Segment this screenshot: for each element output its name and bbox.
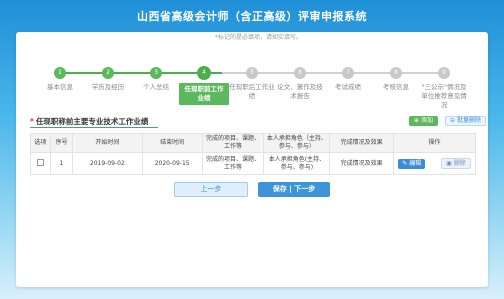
add-button[interactable]: ⊕ 添加 xyxy=(409,116,438,126)
step-label: 任现职前工作业绩 xyxy=(179,83,229,105)
step-label: 论文、著作及技术报告 xyxy=(277,83,323,100)
step-number: 7 xyxy=(342,67,354,79)
table-row: 1 2019-09-02 2020-09-15 完成的项目、课题、工作等 本人承… xyxy=(30,152,476,175)
step-label: 考核信息 xyxy=(383,83,409,91)
step-label: 任现职后工作业绩 xyxy=(229,83,275,100)
col-header-actions: 操作 xyxy=(393,133,476,153)
achievements-table: 选项 序号 开始时间 结束时间 完成的项目、课题、工作等 本人承担角色（主持、参… xyxy=(30,133,476,175)
step-number: 6 xyxy=(294,67,306,79)
step-basic-info[interactable]: 1 基本信息 xyxy=(35,67,85,92)
col-header-project: 完成的项目、课题、工作等 xyxy=(201,133,265,153)
col-header-select: 选项 xyxy=(30,133,51,153)
step-number: 9 xyxy=(438,67,450,79)
col-header-index: 序号 xyxy=(49,133,73,153)
step-label: 个人总结 xyxy=(143,83,169,91)
batch-delete-label: 批量删除 xyxy=(456,117,481,124)
row-project: 完成的项目、课题、工作等 xyxy=(201,152,265,175)
app-title: 山西省高级会计师（含正高级）评审申报系统 xyxy=(137,10,367,23)
row-role: 本人承担角色(主持、参与、参与) xyxy=(263,152,331,175)
row-checkbox[interactable] xyxy=(36,158,44,166)
add-label: 添加 xyxy=(420,117,433,124)
step-label: 考试成绩 xyxy=(335,83,361,91)
step-number: 3 xyxy=(150,67,162,79)
section-title: * 任现职称前主要专业技术工作业绩 xyxy=(30,116,148,127)
delete-button[interactable]: ▣ 删除 xyxy=(441,158,471,169)
step-papers[interactable]: 6 论文、著作及技术报告 xyxy=(275,67,325,101)
edit-button[interactable]: ✎ 编辑 xyxy=(398,159,426,169)
table-header-row: 选项 序号 开始时间 结束时间 完成的项目、课题、工作等 本人承担角色（主持、参… xyxy=(30,133,476,153)
batch-delete-button[interactable]: ⊖ 批量删除 xyxy=(445,116,486,126)
row-result: 完成情况及效果 xyxy=(329,152,395,175)
step-label: 基本信息 xyxy=(47,83,73,91)
row-index: 1 xyxy=(49,152,73,175)
step-number: 2 xyxy=(102,67,114,79)
col-header-result: 完成情况及效果 xyxy=(329,133,395,153)
step-label: "三公示"情况及单位推荐意见情况 xyxy=(421,83,467,109)
step-progress: 1 基本信息 2 学历及经历 3 个人总结 4 任现职前工作业绩 5 任现职后工… xyxy=(35,58,469,118)
edit-label: 编辑 xyxy=(409,160,422,167)
col-header-start: 开始时间 xyxy=(71,133,143,153)
delete-label: 删除 xyxy=(453,160,466,167)
row-actions: ✎ 编辑 ▣ 删除 xyxy=(393,152,476,175)
step-assessment[interactable]: 8 考核信息 xyxy=(371,67,421,92)
step-pre-achievements[interactable]: 4 任现职前工作业绩 xyxy=(179,66,229,105)
section-underline xyxy=(30,127,158,128)
col-header-role: 本人承担角色（主持、参与、参与） xyxy=(263,133,331,153)
plus-icon: ⊕ xyxy=(414,117,420,124)
step-education[interactable]: 2 学历及经历 xyxy=(83,67,133,92)
prev-step-button[interactable]: 上一步 xyxy=(174,182,248,197)
required-mark: * xyxy=(30,117,34,126)
row-select-cell xyxy=(30,152,51,175)
step-label: 学历及经历 xyxy=(91,83,125,91)
step-publicity[interactable]: 9 "三公示"情况及单位推荐意见情况 xyxy=(419,67,469,110)
step-summary[interactable]: 3 个人总结 xyxy=(131,67,181,92)
col-header-end: 结束时间 xyxy=(141,133,203,153)
edit-icon: ✎ xyxy=(402,160,408,167)
trash-icon: ▣ xyxy=(446,160,452,167)
save-next-button[interactable]: 保存 | 下一步 xyxy=(258,182,330,197)
step-number: 1 xyxy=(54,67,66,79)
step-post-achievements[interactable]: 5 任现职后工作业绩 xyxy=(227,67,277,101)
main-card: *标记的是必填项，请如实填写。 1 基本信息 2 学历及经历 3 个人总结 4 … xyxy=(16,32,488,287)
row-end-date: 2020-09-15 xyxy=(141,152,203,175)
step-number: 4 xyxy=(197,66,211,80)
step-number: 5 xyxy=(246,67,258,79)
minus-icon: ⊖ xyxy=(450,117,456,124)
step-exam-scores[interactable]: 7 考试成绩 xyxy=(323,67,373,92)
section-title-text: 任现职称前主要专业技术工作业绩 xyxy=(35,117,149,126)
required-hint: *标记的是必填项，请如实填写。 xyxy=(215,34,303,41)
row-start-date: 2019-09-02 xyxy=(71,152,143,175)
step-number: 8 xyxy=(390,67,402,79)
